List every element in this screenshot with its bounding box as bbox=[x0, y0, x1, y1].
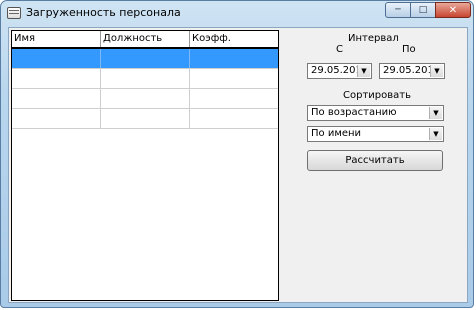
date-from-picker[interactable]: 29.05.2011 ▼ bbox=[307, 63, 372, 79]
maximize-button[interactable]: □ bbox=[410, 2, 436, 18]
from-label: С bbox=[336, 44, 343, 55]
sort-by-select[interactable]: По имени ▼ bbox=[307, 126, 444, 142]
table-cell[interactable] bbox=[101, 49, 190, 68]
table-cell[interactable] bbox=[12, 109, 101, 128]
table-cell[interactable] bbox=[12, 49, 101, 68]
table-row[interactable] bbox=[12, 69, 278, 89]
staff-grid[interactable]: Имя Должность Коэфф. bbox=[11, 30, 279, 301]
sort-label: Сортировать bbox=[343, 90, 411, 101]
window-title: Загруженность персонала bbox=[26, 6, 181, 19]
calculate-button[interactable]: Рассчитать bbox=[307, 150, 443, 171]
table-cell[interactable] bbox=[101, 109, 190, 128]
sort-by-value: По имени bbox=[311, 128, 362, 139]
table-cell[interactable] bbox=[101, 89, 190, 108]
table-cell[interactable] bbox=[101, 69, 190, 88]
chevron-down-icon[interactable]: ▼ bbox=[429, 107, 442, 119]
table-cell[interactable] bbox=[190, 69, 278, 88]
close-button[interactable]: ✕ bbox=[435, 2, 471, 18]
column-header-position[interactable]: Должность bbox=[101, 31, 190, 47]
interval-label: Интервал bbox=[348, 33, 399, 44]
grid-header: Имя Должность Коэфф. bbox=[12, 31, 278, 49]
minimize-icon: ─ bbox=[395, 5, 401, 15]
table-cell[interactable] bbox=[190, 49, 278, 68]
sort-order-value: По возрастанию bbox=[311, 107, 397, 118]
table-cell[interactable] bbox=[12, 69, 101, 88]
table-row[interactable] bbox=[12, 49, 278, 69]
column-header-coefficient[interactable]: Коэфф. bbox=[190, 31, 278, 47]
title-bar[interactable]: Загруженность персонала ─ □ ✕ bbox=[1, 1, 473, 27]
date-to-picker[interactable]: 29.05.2011 ▼ bbox=[379, 63, 445, 79]
column-header-name[interactable]: Имя bbox=[12, 31, 101, 47]
close-icon: ✕ bbox=[448, 4, 458, 16]
table-cell[interactable] bbox=[12, 89, 101, 108]
chevron-down-icon[interactable]: ▼ bbox=[430, 65, 443, 77]
chevron-down-icon[interactable]: ▼ bbox=[429, 128, 442, 140]
sort-order-select[interactable]: По возрастанию ▼ bbox=[307, 105, 444, 121]
table-row[interactable] bbox=[12, 89, 278, 109]
maximize-icon: □ bbox=[418, 5, 428, 15]
table-cell[interactable] bbox=[190, 89, 278, 108]
client-area: Имя Должность Коэфф. Интервал С По 29.05… bbox=[8, 27, 468, 303]
chevron-down-icon[interactable]: ▼ bbox=[357, 65, 370, 77]
table-row[interactable] bbox=[12, 109, 278, 129]
to-label: По bbox=[402, 44, 416, 55]
app-window-icon bbox=[7, 7, 21, 19]
minimize-button[interactable]: ─ bbox=[385, 2, 411, 18]
table-cell[interactable] bbox=[190, 109, 278, 128]
main-window: Загруженность персонала ─ □ ✕ Имя Должно… bbox=[0, 0, 474, 308]
